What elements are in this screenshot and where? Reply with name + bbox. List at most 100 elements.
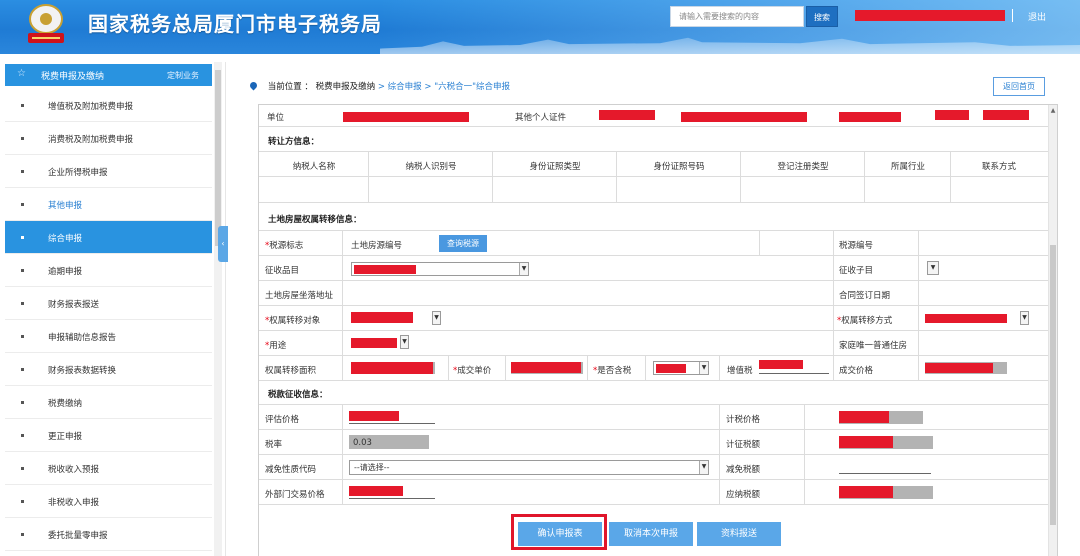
tax-payable-redacted <box>839 486 893 498</box>
location-pin-icon <box>248 80 259 91</box>
selected-value-redacted <box>656 364 686 373</box>
col-cell: 身份证照类型 <box>493 152 617 176</box>
address-row: 土地房屋坐落地址 合同签订日期 <box>259 281 1050 306</box>
external-price-input[interactable] <box>349 498 435 499</box>
sidebar-item-financial-report[interactable]: 财务报表报送 <box>5 287 212 320</box>
sidebar-item-aux-info[interactable]: 申报辅助信息报告 <box>5 320 212 353</box>
col-cell: 纳税人识别号 <box>369 152 493 176</box>
exemption-code-label: 减免性质代码 <box>265 465 317 475</box>
sidebar-item-other[interactable]: 其他申报 <box>5 188 212 221</box>
levy-subitem-label: 征收子目 <box>839 266 874 276</box>
sidebar-item-label: 税费缴纳 <box>48 399 83 409</box>
label-cell: *权属转移对象 <box>259 306 343 330</box>
tax-emblem-icon <box>28 4 64 43</box>
column-header: 纳税人名称 <box>292 162 336 172</box>
tax-price-label: 计税价格 <box>726 415 761 425</box>
tax-payable-label: 应纳税额 <box>726 490 761 500</box>
contract-date-label: 合同签订日期 <box>839 291 891 301</box>
sidebar-item-overdue[interactable]: 逾期申报 <box>5 254 212 287</box>
sidebar-item-revenue-forecast[interactable]: 税收收入预报 <box>5 452 212 485</box>
scrollbar-thumb[interactable] <box>1050 245 1056 525</box>
back-home-button[interactable]: 返回首页 <box>993 77 1045 96</box>
sidebar-item-label: 企业所得税申报 <box>48 168 108 178</box>
tax-amount-redacted <box>839 436 893 448</box>
sidebar-item-correction[interactable]: 更正申报 <box>5 419 212 452</box>
sidebar-item-comprehensive[interactable]: 综合申报 <box>5 221 212 254</box>
breadcrumb-sep: > <box>377 82 385 92</box>
scrollbar-thumb[interactable] <box>215 70 221 246</box>
sidebar-item-batch-zero[interactable]: 委托批量零申报 <box>5 518 212 551</box>
sidebar-item-tax-payment[interactable]: 税费缴纳 <box>5 386 212 419</box>
transfer-object-label: *权属转移对象 <box>265 316 321 326</box>
transferor-section-title: 转让方信息： <box>268 137 320 147</box>
label-cell: 成交价格 <box>833 356 919 380</box>
breadcrumb-level2[interactable]: 综合申报 <box>388 82 422 92</box>
data-cell[interactable] <box>741 177 865 202</box>
bullet-icon <box>21 401 24 404</box>
bullet-icon <box>21 236 24 239</box>
sidebar-item-data-convert[interactable]: 财务报表数据转换 <box>5 353 212 386</box>
levy-item-label: 征收品目 <box>265 266 300 276</box>
user-name-redacted <box>855 10 1005 21</box>
scroll-up-icon[interactable]: ▲ <box>1049 107 1057 114</box>
external-price-label: 外部门交易价格 <box>265 490 325 500</box>
vat-label: 增值税 <box>727 366 753 376</box>
divider <box>587 356 588 380</box>
transferor-data-row <box>259 177 1050 203</box>
data-cell[interactable] <box>259 177 369 202</box>
sidebar-collapse-toggle[interactable]: ‹ <box>218 226 228 262</box>
search-button[interactable]: 搜索 <box>806 6 838 27</box>
customize-link[interactable]: 定制业务 <box>167 70 199 81</box>
column-header: 身份证照号码 <box>653 162 705 172</box>
sidebar-item-cit[interactable]: 企业所得税申报 <box>5 155 212 188</box>
exemption-code-select[interactable]: --请选择-- ▼ <box>349 460 709 475</box>
label-cell: 计征税额 <box>719 430 805 454</box>
tax-rate-label: 税率 <box>265 440 283 450</box>
vat-input[interactable] <box>759 373 829 374</box>
selected-value-redacted <box>351 312 413 323</box>
land-house-no-label: 土地房源编号 <box>351 241 403 251</box>
levy-item-select[interactable]: ▼ <box>351 262 529 276</box>
levy-subitem-select[interactable]: ▼ <box>927 261 939 275</box>
property-section-title: 土地房屋权属转移信息： <box>268 215 362 225</box>
label-cell: 应纳税额 <box>719 480 805 504</box>
sidebar-heading[interactable]: ☆ 税费申报及缴纳 定制业务 <box>5 64 212 86</box>
sidebar-item-vat[interactable]: 增值税及附加税费申报 <box>5 89 212 122</box>
submit-materials-button[interactable]: 资料报送 <box>697 522 781 546</box>
divider <box>719 356 720 380</box>
search-input[interactable]: 请输入需要搜索的内容 <box>670 6 804 27</box>
logout-link[interactable]: 退出 <box>1028 10 1046 23</box>
unit-label: 单位 <box>267 113 285 123</box>
spacer-cell <box>437 356 449 380</box>
usage-select[interactable]: ▼ <box>351 335 409 349</box>
assessed-row: 评估价格 计税价格 <box>259 405 1050 430</box>
sidebar-scrollbar[interactable] <box>214 62 222 556</box>
bullet-icon <box>21 368 24 371</box>
form-scrollbar[interactable]: ▲ ▼ <box>1048 105 1057 556</box>
transfer-method-select[interactable]: ▼ <box>925 311 1029 325</box>
unit-row: 单位 其他个人证件 <box>259 105 1050 127</box>
data-cell[interactable] <box>493 177 617 202</box>
sidebar-item-consumption[interactable]: 消费税及附加税费申报 <box>5 122 212 155</box>
assessed-price-input[interactable] <box>349 423 435 424</box>
data-cell[interactable] <box>865 177 951 202</box>
chevron-down-icon: ▼ <box>1020 311 1029 325</box>
sidebar-item-nontax[interactable]: 非税收入申报 <box>5 485 212 518</box>
cancel-declaration-button[interactable]: 取消本次申报 <box>609 522 693 546</box>
site-title: 国家税务总局厦门市电子税务局 <box>88 12 382 36</box>
exemption-placeholder: --请选择-- <box>354 463 390 472</box>
tax-rate-row: 税率 0.03 计征税额 <box>259 430 1050 455</box>
tax-included-select[interactable]: ▼ <box>653 361 709 375</box>
tax-rate-value: 0.03 <box>353 438 372 448</box>
query-tax-source-button[interactable]: 查询税源 <box>439 235 487 252</box>
price-row: 权属转移面积 *成交单价 *是否含税 ▼ 增值税 成交价格 <box>259 356 1050 381</box>
usage-label: *用途 <box>265 341 287 351</box>
levy-item-row: 征收品目 ▼ 征收子目 ▼ <box>259 256 1050 281</box>
bullet-icon <box>21 302 24 305</box>
breadcrumb-level1[interactable]: 税费申报及缴纳 <box>316 82 376 92</box>
data-cell[interactable] <box>617 177 741 202</box>
data-cell[interactable] <box>369 177 493 202</box>
transfer-object-select[interactable]: ▼ <box>351 311 441 325</box>
bullet-icon <box>21 203 24 206</box>
exemption-amount-input[interactable] <box>839 473 931 474</box>
